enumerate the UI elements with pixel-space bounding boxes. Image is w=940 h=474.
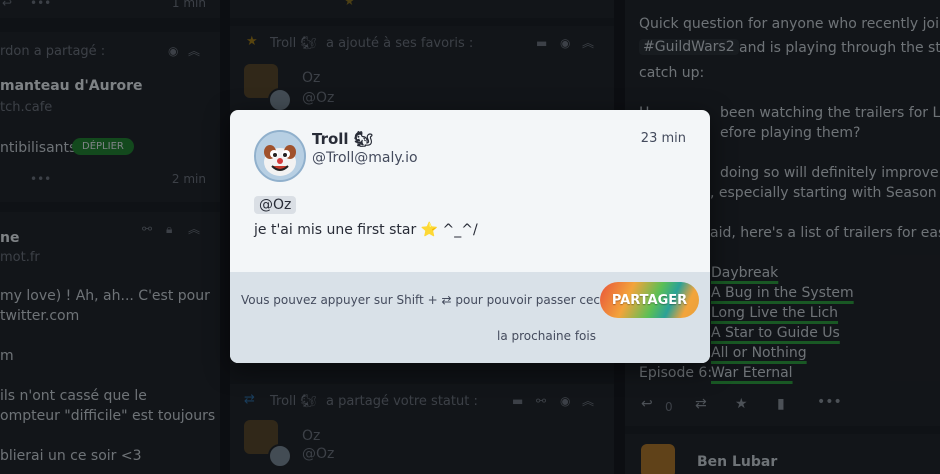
- modal-status: Troll 🐿 @Troll@maly.io 23 min @Oz je t'a…: [230, 110, 710, 272]
- mention-link[interactable]: @Oz: [254, 196, 297, 214]
- boost-icon: ⇄: [441, 293, 452, 307]
- status-time[interactable]: 23 min: [641, 131, 686, 146]
- chipmunk-avatar-icon: [256, 132, 304, 180]
- boost-modal: Troll 🐿 @Troll@maly.io 23 min @Oz je t'a…: [230, 110, 710, 363]
- hint-text-line2: la prochaine fois: [497, 329, 596, 343]
- avatar[interactable]: [254, 130, 306, 182]
- hint-text-after: pour pouvoir passer ceci,: [455, 293, 608, 307]
- share-button[interactable]: PARTAGER: [600, 282, 699, 318]
- modal-footer: Vous pouvez appuyer sur Shift + ⇄ pour p…: [230, 272, 710, 363]
- display-name[interactable]: Troll 🐿: [312, 130, 373, 148]
- status-content: je t'ai mis une first star ⭐ ^_^/: [254, 222, 478, 238]
- hint-text-before: Vous pouvez appuyer sur Shift +: [241, 293, 438, 307]
- account-handle[interactable]: @Troll@maly.io: [312, 150, 418, 166]
- shift-hint: Vous pouvez appuyer sur Shift + ⇄ pour p…: [241, 293, 607, 307]
